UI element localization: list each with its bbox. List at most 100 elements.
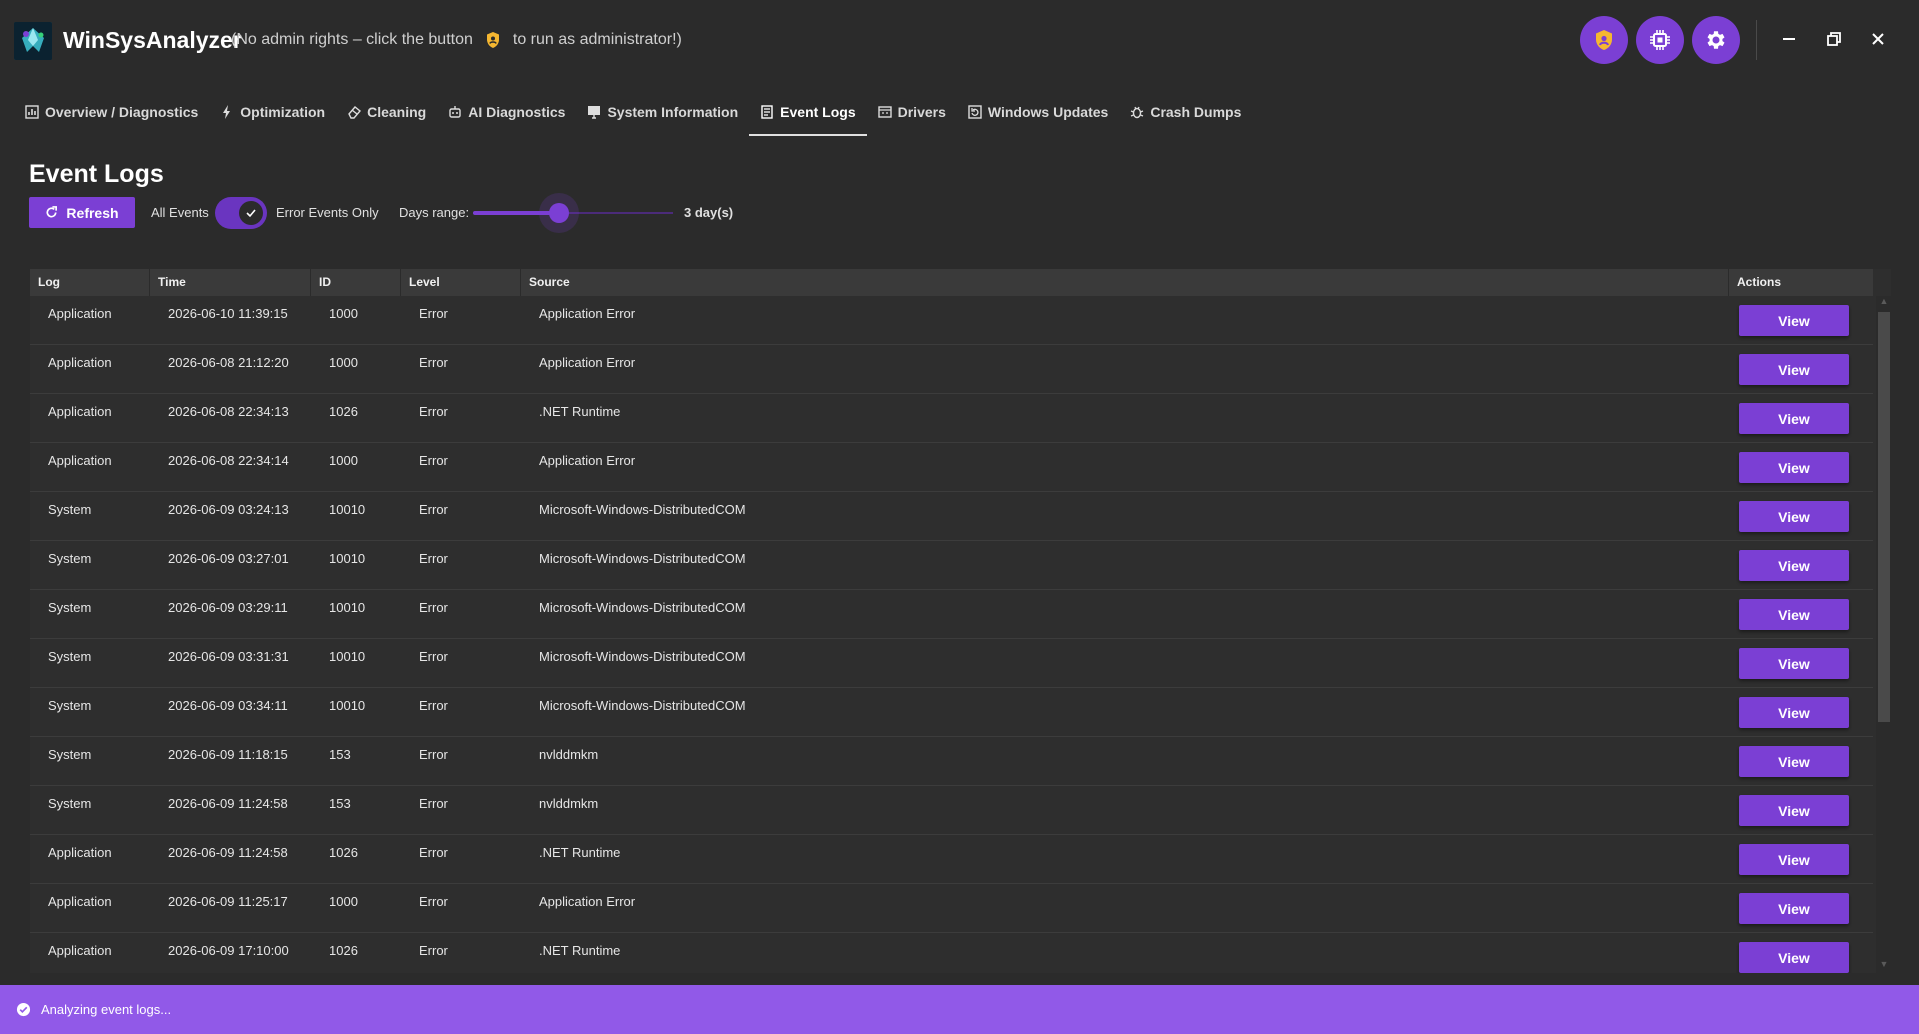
minimize-icon: [1783, 38, 1795, 40]
minimize-button[interactable]: [1774, 24, 1804, 54]
cell-time: 2026-06-08 21:12:20: [168, 355, 289, 370]
tab-crash-dumps[interactable]: Crash Dumps: [1119, 92, 1252, 132]
restore-icon: [1827, 32, 1841, 46]
cell-level: Error: [419, 453, 448, 468]
close-button[interactable]: [1863, 24, 1893, 54]
column-header-log[interactable]: Log: [30, 269, 150, 296]
view-button[interactable]: View: [1739, 501, 1849, 532]
cell-level: Error: [419, 404, 448, 419]
table-row[interactable]: Application 2026-06-08 21:12:20 1000 Error A…: [30, 345, 1873, 394]
cell-source: Application Error: [539, 306, 636, 321]
table-row[interactable]: System 2026-06-09 11:24:58 153 Error nvlddmk…: [30, 786, 1873, 835]
cell-source: Application Error: [539, 894, 636, 909]
view-button[interactable]: View: [1739, 795, 1849, 826]
tab-optimization[interactable]: Optimization: [209, 92, 336, 132]
cell-source: Application Error: [539, 355, 636, 370]
view-button[interactable]: View: [1739, 648, 1849, 679]
scrollbar-thumb[interactable]: [1878, 312, 1890, 722]
column-header-id[interactable]: ID: [311, 269, 401, 296]
cell-time: 2026-06-09 11:24:58: [168, 845, 288, 860]
error-only-label: Error Events Only: [276, 205, 379, 220]
shield-icon: [486, 32, 499, 48]
table-row[interactable]: Application 2026-06-10 11:39:15 1000 Error A…: [30, 296, 1873, 345]
view-button[interactable]: View: [1739, 550, 1849, 581]
tab-cleaning[interactable]: Cleaning: [336, 92, 437, 132]
view-button[interactable]: View: [1739, 893, 1849, 924]
view-button[interactable]: View: [1739, 403, 1849, 434]
slider-thumb[interactable]: [549, 203, 569, 223]
view-button[interactable]: View: [1739, 844, 1849, 875]
tab-label: Overview / Diagnostics: [45, 104, 199, 120]
table-row[interactable]: Application 2026-06-09 17:10:00 1026 Error.…: [30, 933, 1873, 973]
tab-windows-updates[interactable]: Windows Updates: [957, 92, 1119, 132]
app-logo: [14, 22, 52, 60]
table-row[interactable]: System 2026-06-09 03:29:11 10010 Error Micro…: [30, 590, 1873, 639]
days-value-label: 3 day(s): [684, 205, 734, 220]
cell-time: 2026-06-09 17:10:00: [168, 943, 289, 958]
table-scrollbar[interactable]: ▲ ▼: [1876, 296, 1891, 973]
table-row[interactable]: System 2026-06-09 03:24:13 10010 Error Micro…: [30, 492, 1873, 541]
settings-button[interactable]: [1692, 16, 1740, 64]
cell-level: Error: [419, 747, 448, 762]
view-button[interactable]: View: [1739, 354, 1849, 385]
cell-time: 2026-06-09 11:18:15: [168, 747, 288, 762]
cell-time: 2026-06-10 11:39:15: [168, 306, 288, 321]
tab-bar: Overview / Diagnostics Optimization Clea…: [14, 92, 1252, 136]
cell-log: System: [48, 649, 92, 664]
table-row[interactable]: System 2026-06-09 11:18:15 153 Error nvlddmk…: [30, 737, 1873, 786]
cell-log: Application: [48, 894, 112, 909]
view-button[interactable]: View: [1739, 305, 1849, 336]
monitor-icon: [588, 106, 601, 119]
tab-system-information[interactable]: System Information: [576, 92, 749, 132]
status-text: Analyzing event logs...: [41, 1002, 172, 1017]
robot-icon: [449, 106, 461, 118]
refresh-button[interactable]: Refresh: [29, 197, 135, 228]
hardware-button[interactable]: [1636, 16, 1684, 64]
view-button[interactable]: View: [1739, 697, 1849, 728]
cell-id: 10010: [329, 502, 366, 517]
tab-drivers[interactable]: Drivers: [867, 92, 957, 132]
view-button[interactable]: View: [1739, 599, 1849, 630]
lightning-icon: [223, 105, 231, 119]
scroll-up-arrow-icon[interactable]: ▲: [1878, 296, 1890, 310]
table-row[interactable]: System 2026-06-09 03:34:11 10010 Error Micro…: [30, 688, 1873, 737]
column-header-actions: Actions: [1737, 275, 1782, 289]
table-row[interactable]: Application 2026-06-08 22:34:13 1026 Error.…: [30, 394, 1873, 443]
view-button[interactable]: View: [1739, 452, 1849, 483]
column-header-time[interactable]: Time: [150, 269, 311, 296]
tab-ai-diagnostics[interactable]: AI Diagnostics: [437, 92, 576, 132]
event-log-table: Log Time ID Level Source Actions Applica…: [30, 269, 1891, 973]
cell-log: System: [48, 551, 92, 566]
view-button[interactable]: View: [1739, 942, 1849, 973]
cell-level: Error: [419, 600, 448, 615]
cell-source: Microsoft-Windows-DistributedCOM: [539, 551, 746, 566]
table-row[interactable]: Application 2026-06-09 11:25:17 1000 Error A…: [30, 884, 1873, 933]
cell-log: Application: [48, 355, 112, 370]
refresh-icon: [46, 206, 58, 218]
close-icon: [1872, 33, 1884, 45]
tab-event-logs[interactable]: Event Logs: [749, 92, 868, 136]
table-row[interactable]: System 2026-06-09 03:31:31 10010 Error Micro…: [30, 639, 1873, 688]
days-range-slider[interactable]: [473, 193, 673, 233]
column-header-level[interactable]: Level: [401, 269, 521, 296]
cell-source: .NET Runtime: [539, 943, 621, 958]
cell-level: Error: [419, 551, 448, 566]
cell-id: 10010: [329, 698, 366, 713]
table-row[interactable]: System 2026-06-09 03:27:01 10010 Error Micro…: [30, 541, 1873, 590]
cell-log: Application: [48, 306, 112, 321]
bug-icon: [1131, 106, 1144, 119]
table-header: Log Time ID Level Source Actions: [30, 269, 1873, 296]
restore-button[interactable]: [1819, 24, 1849, 54]
cell-source: nvlddmkm: [539, 747, 599, 762]
cell-level: Error: [419, 649, 448, 664]
driver-icon: [877, 106, 892, 118]
table-row[interactable]: Application 2026-06-09 11:24:58 1026 Error.…: [30, 835, 1873, 884]
run-as-admin-button[interactable]: [1580, 16, 1628, 64]
scroll-down-arrow-icon[interactable]: ▼: [1878, 959, 1890, 973]
view-button[interactable]: View: [1739, 746, 1849, 777]
table-row[interactable]: Application 2026-06-08 22:34:14 1000 Error A…: [30, 443, 1873, 492]
cell-log: Application: [48, 404, 112, 419]
error-only-toggle[interactable]: [215, 197, 267, 229]
tab-overview[interactable]: Overview / Diagnostics: [14, 92, 209, 132]
column-header-source[interactable]: Source: [521, 269, 1729, 296]
